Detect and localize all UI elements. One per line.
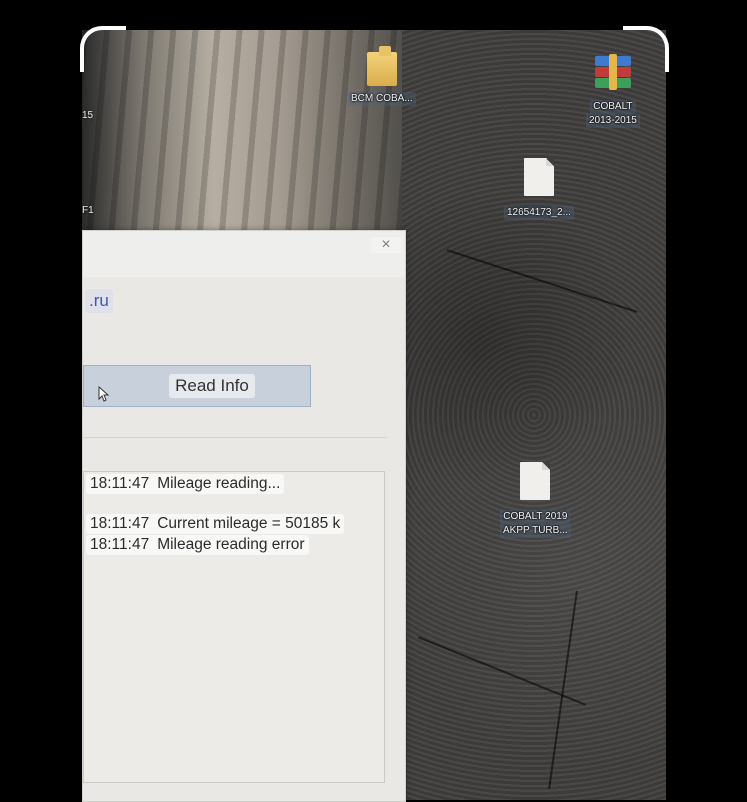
log-time: 18:11:47 bbox=[90, 475, 150, 492]
log-entry: 18:11:47 Current mileage = 50185 k bbox=[86, 514, 345, 534]
partial-icon-label: 15 bbox=[82, 110, 94, 121]
mouse-cursor-icon bbox=[98, 386, 110, 402]
viewfinder-corner-top-left bbox=[80, 26, 126, 72]
log-entry: 18:11:47 Mileage reading... bbox=[86, 474, 285, 494]
log-entry: 18:11:47 Mileage reading error bbox=[86, 535, 309, 555]
read-info-button[interactable]: Read Info bbox=[83, 365, 311, 407]
icon-label-line-1: COBALT bbox=[590, 100, 636, 114]
log-message: Current mileage = 50185 k bbox=[157, 515, 341, 532]
close-icon: × bbox=[381, 236, 391, 253]
log-message: Mileage reading error bbox=[157, 536, 305, 553]
icon-label: BCM COBA... bbox=[348, 92, 416, 106]
mileage-tool-window: × .ru Read Info 18:11:47 Mileage reading.… bbox=[82, 230, 406, 802]
viewfinder-corner-top-right bbox=[623, 26, 669, 72]
icon-label-line-1: COBALT 2019 bbox=[500, 510, 571, 524]
read-info-label: Read Info bbox=[169, 374, 255, 398]
divider bbox=[83, 437, 387, 438]
partial-icon-label: F1 bbox=[82, 205, 94, 216]
file-icon bbox=[520, 462, 551, 500]
desktop-icon-12654173-file[interactable]: 12654173_2... bbox=[504, 158, 574, 220]
desktop-icon-bcm-folder[interactable]: BCM COBA... bbox=[348, 46, 416, 106]
log-time: 18:11:47 bbox=[90, 536, 150, 553]
log-panel[interactable]: 18:11:47 Mileage reading... 18:11:47 Curre… bbox=[83, 471, 385, 783]
folder-icon bbox=[365, 46, 399, 86]
log-time: 18:11:47 bbox=[90, 515, 150, 532]
icon-label: 12654173_2... bbox=[504, 206, 574, 220]
site-link[interactable]: .ru bbox=[85, 289, 113, 313]
icon-label-line-2: 2013-2015 bbox=[586, 114, 640, 128]
log-message: Mileage reading... bbox=[157, 475, 281, 492]
file-icon bbox=[523, 158, 554, 196]
window-title-area bbox=[83, 231, 405, 277]
icon-label-line-2: AKPP TURB... bbox=[500, 524, 571, 538]
desktop-icon-cobalt-2019-file[interactable]: COBALT 2019 AKPP TURB... bbox=[500, 462, 571, 538]
close-button[interactable]: × bbox=[371, 237, 401, 253]
